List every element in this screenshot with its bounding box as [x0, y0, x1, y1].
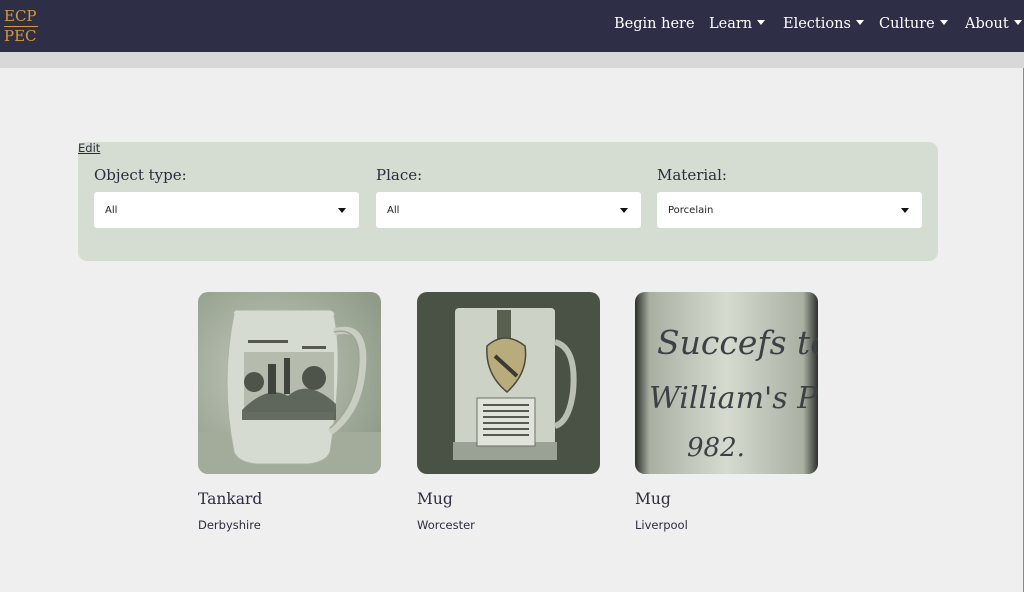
caret-down-icon: [855, 20, 864, 25]
logo-line-2: PEC: [4, 26, 38, 45]
logo-line-1: ECP: [4, 7, 37, 25]
mug-inscription-line-1: Succefs to: [657, 323, 818, 362]
object-image-mug-worcester[interactable]: [417, 292, 600, 474]
edit-link[interactable]: Edit: [78, 141, 100, 155]
place-label: Place:: [376, 166, 423, 184]
nav-learn-label: Learn: [709, 16, 753, 32]
caret-down-icon: [939, 20, 948, 25]
place-value: All: [387, 205, 400, 216]
object-place: Derbyshire: [198, 518, 261, 532]
nav-begin-here[interactable]: Begin here: [614, 16, 695, 38]
dropdown-arrow-icon: [338, 208, 346, 213]
nav-elections-label: Elections: [783, 16, 851, 32]
top-navbar: ECP PEC Begin here Learn Elections Cultu…: [0, 0, 1024, 52]
mug-inscription-line-2: William's Plum: [649, 381, 818, 416]
nav-culture[interactable]: Culture: [879, 16, 948, 38]
caret-down-icon: [757, 20, 766, 25]
material-value: Porcelain: [668, 205, 714, 216]
object-place: Worcester: [417, 518, 475, 532]
nav-begin-here-label: Begin here: [614, 16, 695, 32]
material-select[interactable]: Porcelain: [657, 192, 922, 228]
place-select[interactable]: All: [376, 192, 641, 228]
nav-about[interactable]: About: [965, 16, 1022, 38]
nav-elections[interactable]: Elections: [783, 16, 864, 38]
object-image-mug-liverpool[interactable]: Succefs to William's Plum 982.: [635, 292, 818, 474]
caret-down-icon: [1013, 20, 1022, 25]
nav-about-label: About: [965, 16, 1009, 32]
object-image-tankard[interactable]: [198, 292, 381, 474]
dropdown-arrow-icon: [901, 208, 909, 213]
object-type-select[interactable]: All: [94, 192, 359, 228]
dropdown-arrow-icon: [620, 208, 628, 213]
nav-culture-label: Culture: [879, 16, 935, 32]
material-label: Material:: [657, 166, 727, 184]
object-title[interactable]: Mug: [417, 490, 453, 508]
object-type-value: All: [105, 205, 118, 216]
object-place: Liverpool: [635, 518, 688, 532]
nav-learn[interactable]: Learn: [709, 16, 766, 38]
object-title[interactable]: Mug: [635, 490, 671, 508]
object-title[interactable]: Tankard: [198, 490, 262, 508]
site-logo[interactable]: ECP PEC: [4, 7, 38, 46]
sub-header-strip: [0, 52, 1024, 68]
object-type-label: Object type:: [94, 166, 187, 184]
mug-inscription-line-3: 982.: [687, 433, 745, 463]
